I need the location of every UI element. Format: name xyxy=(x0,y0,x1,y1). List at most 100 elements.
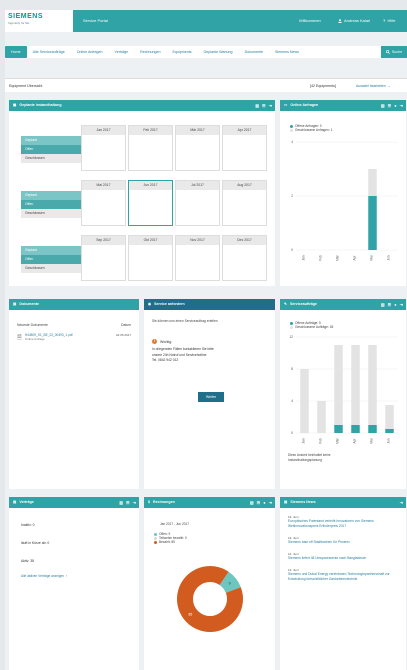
row-labels-q3: Geplant Offen Geschlossen xyxy=(21,246,81,273)
service-orders-header: ✎ Serviceaufträge ▥ ☰ ● ⇥ xyxy=(280,299,406,310)
y-tick-label: 8 xyxy=(291,367,293,371)
tab-home[interactable]: Home xyxy=(5,46,27,58)
search-button[interactable]: Suche xyxy=(381,46,407,58)
tab-planned-maintenance[interactable]: Geplante Wartung xyxy=(198,46,239,58)
bar-chart-icon[interactable]: ▥ xyxy=(255,100,259,111)
edit-selection-link[interactable]: Auswahl bearbeiten ⌄ xyxy=(356,84,391,88)
list-icon[interactable]: ☰ xyxy=(388,299,392,310)
month-cell[interactable]: Dez 2017 xyxy=(222,235,267,281)
equipment-overview-bar: Equipment Übersicht [42 Equipments] Ausw… xyxy=(5,78,407,92)
continue-button[interactable]: Weiter xyxy=(198,392,224,402)
row-labels-q1: Geplant Offen Geschlossen xyxy=(21,136,81,163)
maintenance-header: ▦ Geplante Instandhaltung ▥ ☰ ⇥ xyxy=(9,100,275,111)
label-closed: Geschlossen xyxy=(21,154,81,163)
month-cell[interactable]: Sep 2017 xyxy=(81,235,126,281)
siemens-logo[interactable]: SIEMENS Ingenuity for life xyxy=(8,13,74,29)
help-link[interactable]: ? Hilfe xyxy=(383,18,395,23)
legend-item: Bezahlt: 85 xyxy=(154,540,187,544)
tab-documents[interactable]: Dokumente xyxy=(239,46,269,58)
contracts-inactive: Inaktiv: 0 xyxy=(21,523,35,527)
chevron-right-icon: › xyxy=(66,574,68,578)
bar-chart-icon[interactable]: ▥ xyxy=(119,497,123,508)
list-icon[interactable]: ☰ xyxy=(388,100,392,111)
legend-item: Geschlossene Aufträge: 45 xyxy=(290,325,333,329)
bar-open xyxy=(334,425,343,433)
x-tick-label: Mai xyxy=(370,438,374,443)
invoices-title: Rechnungen xyxy=(153,500,175,504)
news-link[interactable]: Siemens und Dubai Energy vereinbaren Tec… xyxy=(288,572,400,582)
news-link[interactable]: Siemens liefert 48 Umspannwerke nach Ban… xyxy=(288,556,400,561)
user-icon xyxy=(338,18,342,23)
label-planned: Geplant xyxy=(21,246,81,255)
online-requests-chart: 4 2 0 Jan Feb Mär Apr Mai Jun xyxy=(291,140,398,261)
page-title: Equipment Übersicht xyxy=(9,84,43,88)
documents-col-header: Neueste Dokumente Datum xyxy=(13,323,135,327)
bar-chart-icon[interactable]: ▥ xyxy=(381,299,385,310)
month-cell[interactable]: Nov 2017 xyxy=(175,235,220,281)
export-icon[interactable]: ⇥ xyxy=(133,497,136,508)
list-icon[interactable]: ☰ xyxy=(126,497,130,508)
export-icon[interactable]: ⇥ xyxy=(400,497,403,508)
warning-title: Wichtig: xyxy=(160,339,173,344)
tab-online-requests[interactable]: Online Anfragen xyxy=(71,46,109,58)
month-cell-selected[interactable]: Jun 2017 xyxy=(128,180,173,226)
month-label: Sep 2017 xyxy=(82,236,125,245)
month-cell[interactable]: Jan 2017 xyxy=(81,125,126,171)
tab-equipments[interactable]: Equipments xyxy=(167,46,198,58)
month-cell[interactable]: Aug 2017 xyxy=(222,180,267,226)
month-cell[interactable]: Mai 2017 xyxy=(81,180,126,226)
portal-header: Service Portal Willkommen Andreas Kalari… xyxy=(73,10,407,32)
list-icon[interactable]: ☰ xyxy=(257,497,261,508)
user-menu[interactable]: Andreas Kalari xyxy=(338,18,370,23)
export-icon[interactable]: ⇥ xyxy=(400,299,403,310)
export-icon[interactable]: ⇥ xyxy=(400,100,403,111)
documents-header: ▤ Dokumente xyxy=(9,299,139,310)
settings-icon[interactable]: ● xyxy=(394,299,396,310)
settings-icon[interactable]: ● xyxy=(263,497,265,508)
month-cell[interactable]: Mär 2017 xyxy=(175,125,220,171)
document-row[interactable]: 🗎 H44809_S1_BE_02_00493_1.pdf Online Anf… xyxy=(13,333,135,343)
tab-siemens-news[interactable]: Siemens News xyxy=(269,46,305,58)
legend-label: Geschlossene Anfragen: 1 xyxy=(295,128,333,132)
news-item[interactable]: 19. Juni Europäisches Patentamt verleiht… xyxy=(288,515,400,529)
legend-dot xyxy=(290,325,293,329)
month-label: Mär 2017 xyxy=(176,126,219,135)
month-cell[interactable]: Apr 2017 xyxy=(222,125,267,171)
news-link[interactable]: Siemens baut elf Stadtbahnen für Phoenix xyxy=(288,540,400,545)
warning-title-row: ! Wichtig: xyxy=(152,339,270,344)
invoices-panel: $ Rechnungen ▥ ☰ ● ⇥ Jan 2017 - Jun 2017… xyxy=(144,497,275,670)
dollar-icon: $ xyxy=(148,500,150,504)
tab-invoices[interactable]: Rechnungen xyxy=(134,46,166,58)
month-label: Apr 2017 xyxy=(223,126,266,135)
news-item[interactable]: 14. Juni Siemens liefert 48 Umspannwerke… xyxy=(288,552,400,561)
label-planned: Geplant xyxy=(21,191,81,200)
export-icon[interactable]: ⇥ xyxy=(269,497,272,508)
news-link[interactable]: Europäisches Patentamt verleiht Innovato… xyxy=(288,519,400,529)
help-label: Hilfe xyxy=(387,18,396,23)
pdf-file-icon: 🗎 xyxy=(17,335,22,341)
slice-label: 85 xyxy=(189,613,193,617)
x-tick-label: Mai xyxy=(370,255,374,260)
service-orders-chart: 12 8 4 0 Jan Feb Mär Apr Mai Jun xyxy=(289,335,398,444)
bar-chart-icon[interactable]: ▥ xyxy=(381,100,385,111)
month-cell[interactable]: Okt 2017 xyxy=(128,235,173,281)
document-icon: ▤ xyxy=(13,302,17,306)
news-item[interactable]: 13. Juni Siemens und Dubai Energy verein… xyxy=(288,568,400,582)
show-active-contracts-link[interactable]: Alle aktiven Verträge anzeigen › xyxy=(21,574,67,578)
panel-tools: ⇥ xyxy=(400,497,403,508)
tab-all-service-orders[interactable]: Alle Serviceaufträge xyxy=(27,46,71,58)
portal-title: Service Portal xyxy=(83,18,108,23)
document-subtitle: Online Anfrage xyxy=(24,337,45,341)
tab-contracts[interactable]: Verträge xyxy=(109,46,135,58)
label-open: Offen xyxy=(21,145,81,154)
legend-label: Bezahlt: 85 xyxy=(159,540,175,544)
maintenance-panel: ▦ Geplante Instandhaltung ▥ ☰ ⇥ Geplant … xyxy=(9,100,275,286)
list-icon[interactable]: ☰ xyxy=(262,100,266,111)
settings-icon[interactable]: ● xyxy=(394,100,396,111)
bar-chart-icon[interactable]: ▥ xyxy=(250,497,254,508)
news-item[interactable]: 19. Juni Siemens baut elf Stadtbahnen fü… xyxy=(288,536,400,545)
export-icon[interactable]: ⇥ xyxy=(269,100,272,111)
month-cell[interactable]: Jul 2017 xyxy=(175,180,220,226)
documents-title: Dokumente xyxy=(19,302,39,306)
month-cell[interactable]: Feb 2017 xyxy=(128,125,173,171)
